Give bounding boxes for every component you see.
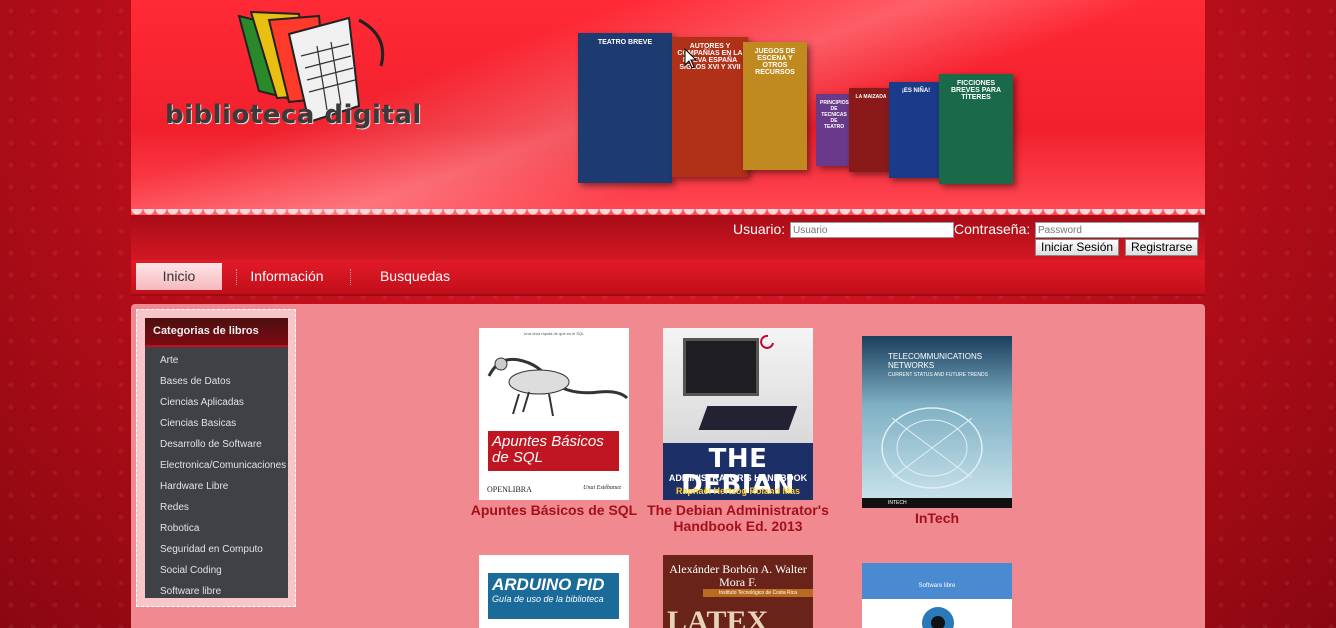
book-card[interactable]: Software libre	[862, 563, 1012, 628]
sidebar-frame: Categorias de libros Arte Bases de Datos…	[136, 309, 296, 607]
cover-title: ARDUINO PID	[492, 575, 605, 594]
category-social-coding[interactable]: Social Coding	[145, 560, 288, 581]
book-card[interactable]: Alexánder Borbón A. Walter Mora F. Insti…	[663, 555, 813, 628]
main-nav: Inicio Información Busquedas	[131, 260, 1205, 296]
category-electronica[interactable]: Electronica/Comunicaciones	[145, 455, 288, 476]
login-bar: Usuario: Contraseña: Iniciar Sesión Regi…	[131, 215, 1205, 260]
cover-subtitle: ADMINISTRATOR'S HANDBOOK	[668, 473, 808, 483]
cover-title: Software libre	[918, 583, 956, 589]
cover-title: Apuntes Básicos de SQL	[488, 431, 619, 471]
banner-book-1: TEATRO BREVE	[578, 33, 672, 183]
category-seguridad[interactable]: Seguridad en Computo	[145, 539, 288, 560]
cover-logo-text: LATEX	[667, 605, 769, 628]
book-card[interactable]: ARDUINO PID Guía de uso de la biblioteca	[479, 555, 629, 628]
mouse-cursor-icon	[684, 48, 698, 69]
cover-authors: Alexánder Borbón A. Walter Mora F.	[669, 562, 807, 589]
book-cover-debian[interactable]: THE DEBIAN ADMINISTRATOR'S HANDBOOK Raph…	[663, 328, 813, 500]
logo-text: biblioteca digital	[165, 100, 422, 130]
username-label: Usuario:	[733, 221, 786, 237]
cover-banner: ARDUINO PID Guía de uso de la biblioteca	[488, 573, 619, 619]
category-hardware-libre[interactable]: Hardware Libre	[145, 476, 288, 497]
category-desarrollo-software[interactable]: Desarrollo de Software	[145, 434, 288, 455]
banner-book-6: ¡ES NIÑA!	[889, 82, 943, 178]
category-ciencias-basicas[interactable]: Ciencias Basicas	[145, 413, 288, 434]
banner-book-5: LA MAIZADA	[849, 88, 893, 172]
book-title[interactable]: Apuntes Básicos de SQL	[454, 502, 654, 518]
category-redes[interactable]: Redes	[145, 497, 288, 518]
banner-book-title: LA MAIZADA	[855, 94, 887, 100]
banner-book-3: JUEGOS DE ESCENA Y OTROS RECURSOS	[743, 42, 807, 170]
nav-inicio[interactable]: Inicio	[136, 263, 222, 290]
book-cover-intech[interactable]: TELECOMMUNICATIONS NETWORKS CURRENT STAT…	[862, 336, 1012, 508]
cover-tagline: Una obra rápida de qué es el SQL	[523, 331, 585, 336]
banner-book-7: FICCIONES BREVES PARA TÍTERES	[939, 74, 1013, 184]
password-label: Contraseña:	[954, 221, 1031, 237]
eye-icon	[922, 607, 954, 628]
book-title[interactable]: InTech	[837, 510, 1037, 526]
book-cover-sql[interactable]: Una obra rápida de qué es el SQL Apuntes…	[479, 328, 629, 500]
cover-subtitle: Guía de uso de la biblioteca	[492, 594, 604, 604]
cover-author: Unai Estébanez	[583, 485, 621, 491]
cover-authors: Raphaël Hertzog Roland Mas	[675, 486, 801, 496]
book-cover-software-libre[interactable]: Software libre	[862, 563, 1012, 628]
banner-book-4: PRINCIPIOS DE TECNICAS DE TEATRO	[816, 94, 852, 166]
cover-subtitle: CURRENT STATUS AND FUTURE TRENDS	[888, 372, 988, 378]
book-card[interactable]: Una obra rápida de qué es el SQL Apuntes…	[471, 328, 637, 518]
category-software-libre[interactable]: Software libre	[145, 581, 288, 602]
book-card[interactable]: THE DEBIAN ADMINISTRATOR'S HANDBOOK Raph…	[647, 328, 829, 534]
satellite-dish-icon	[881, 407, 983, 489]
book-title[interactable]: The Debian Administrator's Handbook Ed. …	[638, 502, 838, 534]
book-cover-arduino[interactable]: ARDUINO PID Guía de uso de la biblioteca	[479, 555, 629, 628]
book-card[interactable]: TELECOMMUNICATIONS NETWORKS CURRENT STAT…	[862, 336, 1012, 526]
category-ciencias-aplicadas[interactable]: Ciencias Aplicadas	[145, 392, 288, 413]
nav-busquedas[interactable]: Busquedas	[365, 263, 465, 290]
banner-book-title: FICCIONES BREVES PARA TÍTERES	[950, 80, 1002, 101]
category-sidebar: Categorias de libros Arte Bases de Datos…	[145, 318, 288, 598]
banner-book-title: ¡ES NIÑA!	[901, 88, 931, 94]
username-input[interactable]	[790, 222, 954, 238]
password-input[interactable]	[1035, 222, 1199, 238]
banner-book-title: JUEGOS DE ESCENA Y OTROS RECURSOS	[754, 48, 796, 76]
login-button[interactable]: Iniciar Sesión	[1035, 239, 1120, 256]
category-arte[interactable]: Arte	[145, 350, 288, 371]
category-robotica[interactable]: Robotica	[145, 518, 288, 539]
register-button[interactable]: Registrarse	[1125, 239, 1199, 256]
sidebar-heading: Categorias de libros	[145, 318, 288, 347]
page-container: biblioteca digital TEATRO BREVE AUTORES …	[131, 0, 1205, 628]
cover-subtitle: Instituto Tecnológico de Costa Rica	[703, 589, 813, 597]
book-cover-latex[interactable]: Alexánder Borbón A. Walter Mora F. Insti…	[663, 555, 813, 628]
cover-publisher: OPENLIBRA	[487, 485, 532, 494]
main-content: Categorias de libros Arte Bases de Datos…	[131, 304, 1205, 628]
cover-title: TELECOMMUNICATIONS NETWORKS	[888, 352, 983, 370]
category-bases-de-datos[interactable]: Bases de Datos	[145, 371, 288, 392]
banner-book-title: PRINCIPIOS DE TECNICAS DE TEATRO	[820, 100, 849, 130]
iguana-illustration-icon	[487, 357, 629, 417]
banner-book-title: TEATRO BREVE	[597, 39, 653, 46]
header-banner: biblioteca digital TEATRO BREVE AUTORES …	[131, 0, 1205, 215]
debian-swirl-icon	[760, 334, 774, 349]
nav-informacion[interactable]: Información	[237, 263, 337, 290]
cover-publisher: INTECH	[862, 498, 1012, 508]
nav-separator	[350, 269, 351, 285]
